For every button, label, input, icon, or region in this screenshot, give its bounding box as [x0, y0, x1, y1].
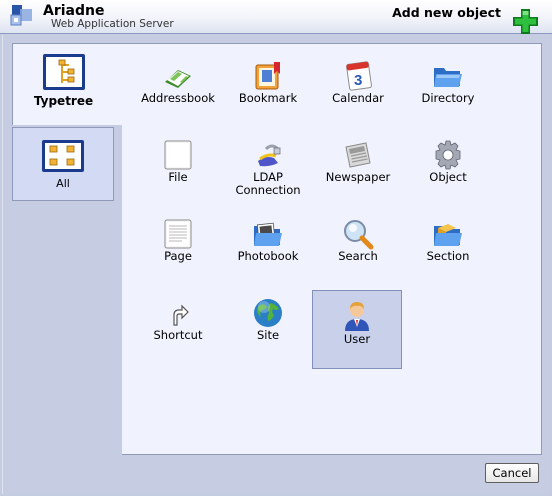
item-page[interactable]: Page: [133, 218, 223, 296]
tab-all[interactable]: All: [12, 127, 114, 201]
object-type-panel: Addressbook Bookmark 3 Calendar Director…: [122, 43, 542, 455]
add-plus-icon[interactable]: [512, 8, 539, 35]
photobook-icon: [254, 222, 282, 246]
item-user-selected[interactable]: User: [312, 290, 402, 369]
dialog-title: Add new object: [392, 5, 501, 20]
app-title: Ariadne: [43, 3, 105, 19]
item-label: Section: [426, 249, 470, 263]
newspaper-icon: [345, 142, 371, 168]
addressbook-icon: [165, 70, 191, 88]
ariadne-logo-icon: [10, 5, 32, 26]
title-bar: Ariadne Web Application Server Add new o…: [0, 0, 552, 34]
directory-icon: [434, 68, 462, 87]
item-addressbook[interactable]: Addressbook: [133, 60, 223, 138]
item-label: Newspaper: [325, 170, 391, 184]
item-label: Site: [256, 328, 280, 342]
item-ldap-connection[interactable]: LDAP Connection: [223, 139, 313, 217]
section-icon: [434, 224, 462, 246]
typetree-icon: [43, 54, 85, 90]
item-section[interactable]: Section: [403, 218, 493, 296]
item-label: File: [168, 170, 188, 184]
globe-icon: [254, 299, 282, 327]
user-icon: [345, 302, 369, 331]
item-label: Search: [338, 249, 378, 263]
gear-icon: [435, 140, 461, 170]
page-icon: [164, 219, 192, 249]
item-newspaper[interactable]: Newspaper: [313, 139, 403, 217]
item-photobook[interactable]: Photobook: [223, 218, 313, 296]
item-shortcut[interactable]: Shortcut: [133, 297, 223, 375]
item-label: User: [343, 332, 371, 346]
tab-all-label: All: [56, 177, 70, 190]
item-bookmark[interactable]: Bookmark: [223, 60, 313, 138]
item-label: Object: [429, 170, 467, 184]
calendar-icon: 3: [346, 61, 372, 91]
item-file[interactable]: File: [133, 139, 223, 217]
cancel-button[interactable]: Cancel: [485, 463, 539, 483]
app-subtitle: Web Application Server: [51, 18, 174, 30]
item-site[interactable]: Site: [223, 297, 313, 375]
tab-typetree[interactable]: Typetree: [12, 43, 124, 125]
item-label-line2: Connection: [235, 183, 301, 197]
dialog-body: Typetree All Addressbook Bookmark 3 Cale…: [2, 35, 550, 494]
item-label: Calendar: [332, 91, 384, 105]
item-label: Shortcut: [153, 328, 203, 342]
tab-typetree-label: Typetree: [33, 94, 94, 108]
ldap-icon: [258, 144, 281, 167]
bookmark-icon: [255, 62, 280, 90]
item-object[interactable]: Object: [403, 139, 493, 217]
item-label: Photobook: [237, 249, 299, 263]
item-search[interactable]: Search: [313, 218, 403, 296]
item-label: Bookmark: [238, 91, 298, 105]
file-icon: [164, 140, 192, 170]
item-calendar[interactable]: 3 Calendar: [313, 60, 403, 138]
shortcut-icon: [173, 304, 189, 326]
item-label: Addressbook: [141, 91, 215, 105]
item-directory[interactable]: Directory: [403, 60, 493, 138]
svg-text:3: 3: [354, 72, 362, 89]
item-label: Directory: [421, 91, 475, 105]
search-icon: [344, 220, 374, 250]
grid-icon: [42, 140, 84, 172]
item-label: Page: [164, 249, 192, 263]
